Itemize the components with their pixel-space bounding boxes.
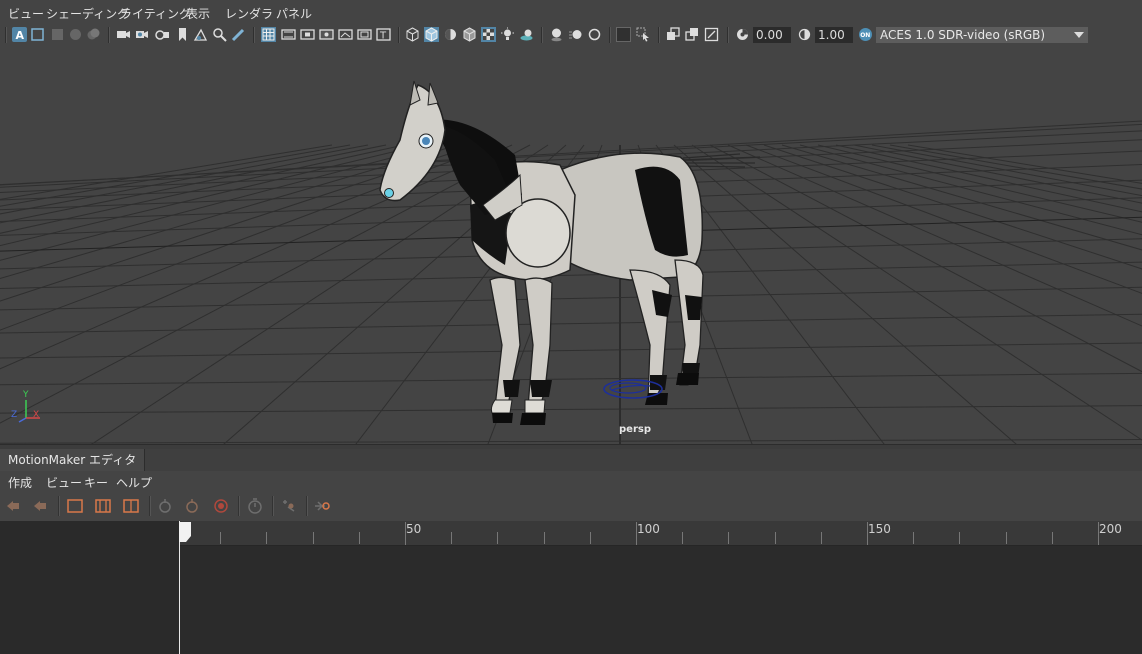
svg-text:ON: ON xyxy=(860,32,870,39)
menu-lighting[interactable]: ライティング xyxy=(120,5,191,22)
ruler-tick xyxy=(266,532,267,544)
default-material-icon[interactable] xyxy=(443,27,458,42)
ruler-tick xyxy=(590,532,591,544)
editor-menubar xyxy=(0,471,1142,491)
horse-model[interactable] xyxy=(0,45,1142,444)
blend-clip-icon[interactable] xyxy=(94,497,112,515)
editor-menu-help[interactable]: ヘルプ xyxy=(116,474,152,491)
select-camera-icon[interactable]: A xyxy=(12,27,27,42)
overlap-icon[interactable] xyxy=(86,27,101,42)
smooth-shade-icon[interactable] xyxy=(424,27,439,42)
timer-icon[interactable] xyxy=(246,497,264,515)
editor-menu-key[interactable]: キー xyxy=(84,474,108,491)
ruler-tick xyxy=(313,532,314,544)
ruler-tick xyxy=(359,532,360,544)
exposure-field[interactable]: 0.00 xyxy=(753,27,791,43)
editor-menu-view[interactable]: ビュー xyxy=(46,474,82,491)
ambient-occlusion-icon[interactable] xyxy=(549,27,564,42)
field-chart-icon[interactable] xyxy=(338,27,353,42)
exposure-icon[interactable] xyxy=(735,27,750,42)
camera-bookmark-icon[interactable] xyxy=(155,27,170,42)
gamma-icon[interactable] xyxy=(797,27,812,42)
ruler-tick xyxy=(959,532,960,544)
grid-icon[interactable] xyxy=(261,27,276,42)
editor-tab-title[interactable]: MotionMaker エディタ xyxy=(0,449,146,471)
ruler-tick xyxy=(913,532,914,544)
graph-connect-icon[interactable] xyxy=(313,497,331,515)
color-space-dropdown[interactable]: ACES 1.0 SDR-video (sRGB) xyxy=(876,27,1088,43)
wireframe-icon[interactable] xyxy=(405,27,420,42)
editor-tab-bar xyxy=(0,449,1142,471)
anti-aliasing-icon[interactable] xyxy=(587,27,602,42)
xray-icon[interactable] xyxy=(616,27,631,42)
axis-z-label: Z xyxy=(11,410,18,420)
ruler-tick xyxy=(220,532,221,544)
ruler-tick xyxy=(821,532,822,544)
safe-action-icon[interactable] xyxy=(357,27,372,42)
ruler-tick xyxy=(451,532,452,544)
chevron-down-icon[interactable] xyxy=(1070,27,1088,43)
previous-key-icon[interactable] xyxy=(5,497,23,515)
resolution-gate-icon[interactable] xyxy=(300,27,315,42)
textured-icon[interactable] xyxy=(481,27,496,42)
ruler-tick xyxy=(544,532,545,544)
svg-text:T: T xyxy=(379,31,387,42)
paste-view-icon[interactable] xyxy=(685,27,700,42)
image-plane-icon[interactable] xyxy=(193,27,208,42)
ruler-tick xyxy=(728,532,729,544)
playhead-handle[interactable] xyxy=(179,522,192,544)
gamma-field[interactable]: 1.00 xyxy=(815,27,853,43)
key-icon-1[interactable] xyxy=(156,497,174,515)
axis-x-label: X xyxy=(33,410,40,420)
ruler-label-200: 200 xyxy=(1099,522,1122,536)
ruler-tick xyxy=(682,532,683,544)
lighting-icon[interactable] xyxy=(500,27,515,42)
shadows-icon[interactable] xyxy=(519,27,534,42)
perspective-viewport[interactable]: Y X Z xyxy=(0,45,1142,444)
ruler-label-50: 50 xyxy=(406,522,422,536)
ruler-label-150: 150 xyxy=(868,522,891,536)
ruler-label-100: 100 xyxy=(637,522,660,536)
wireframe-on-shaded-icon[interactable] xyxy=(462,27,477,42)
frame-selection-icon[interactable] xyxy=(704,27,719,42)
two-d-pan-zoom-icon[interactable] xyxy=(212,27,227,42)
film-gate-icon[interactable] xyxy=(281,27,296,42)
motion-blur-icon[interactable] xyxy=(568,27,583,42)
gate-mask-icon[interactable] xyxy=(319,27,334,42)
isolate-icon[interactable] xyxy=(636,27,651,42)
bookmark-icon[interactable] xyxy=(175,27,190,42)
menu-renderer[interactable]: レンダラ xyxy=(225,5,273,22)
grease-pencil-icon[interactable] xyxy=(231,27,246,42)
split-clip-icon[interactable] xyxy=(122,497,140,515)
ruler-tick xyxy=(775,532,776,544)
camera-icon[interactable] xyxy=(116,27,131,42)
sphere-icon[interactable] xyxy=(68,27,83,42)
time-ruler[interactable] xyxy=(179,521,1142,546)
editor-menu-create[interactable]: 作成 xyxy=(8,474,32,491)
menu-panels[interactable]: パネル xyxy=(276,5,312,22)
axis-y-label: Y xyxy=(23,390,29,400)
key-icon-2[interactable] xyxy=(183,497,201,515)
record-icon[interactable] xyxy=(212,497,230,515)
select-box-icon[interactable] xyxy=(30,27,45,42)
timeline-outliner[interactable] xyxy=(0,521,179,654)
menu-view[interactable]: ビュー xyxy=(8,5,44,22)
menu-shading[interactable]: シェーディング xyxy=(46,5,129,22)
ruler-tick xyxy=(497,532,498,544)
camera-attributes-icon[interactable] xyxy=(135,27,150,42)
mesh-icon[interactable] xyxy=(50,27,65,42)
camera-label: persp xyxy=(619,424,651,435)
track-area[interactable] xyxy=(180,546,1142,654)
color-management-icon[interactable]: ON xyxy=(858,27,873,42)
ruler-tick xyxy=(1006,532,1007,544)
single-clip-icon[interactable] xyxy=(66,497,84,515)
copy-view-icon[interactable] xyxy=(666,27,681,42)
menu-show[interactable]: 表示 xyxy=(186,5,210,22)
next-key-icon[interactable] xyxy=(32,497,50,515)
svg-text:A: A xyxy=(16,29,25,42)
character-select-icon[interactable] xyxy=(280,497,298,515)
viewport-menubar: ビュー シェーディング ライティング 表示 レンダラ パネル xyxy=(0,0,1142,26)
ruler-tick xyxy=(1052,532,1053,544)
safe-title-icon[interactable]: T xyxy=(376,27,391,42)
